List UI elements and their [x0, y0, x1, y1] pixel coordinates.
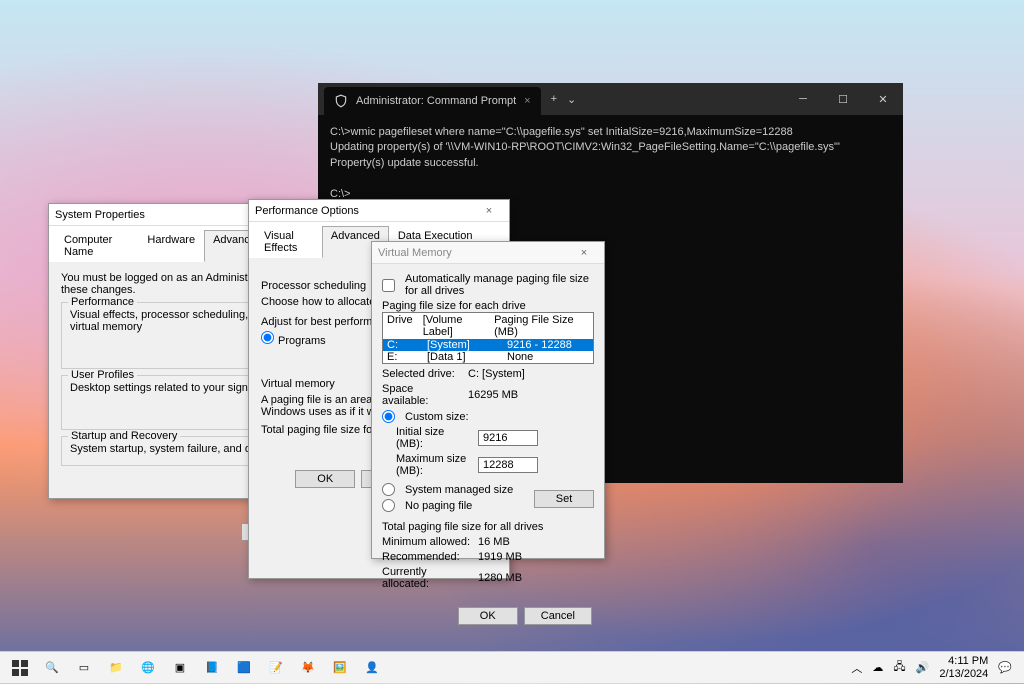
maximize-button[interactable]: ☐ [823, 83, 863, 115]
terminal-output[interactable]: C:\>wmic pagefileset where name="C:\\pag… [318, 115, 903, 212]
drive-list[interactable]: Drive[Volume Label]Paging File Size (MB)… [382, 312, 594, 364]
radio-programs[interactable]: Programs [261, 331, 326, 347]
space-avail-label: Space available: [382, 383, 462, 407]
cancel-button[interactable]: Cancel [524, 607, 592, 625]
tab-visual-effects[interactable]: Visual Effects [255, 226, 322, 258]
max-size-label: Maximum size (MB): [382, 453, 472, 477]
drive-row[interactable]: C:[System]9216 - 12288 [383, 339, 593, 351]
explorer-icon[interactable]: 📁 [100, 652, 132, 684]
app-icon[interactable]: 🟦 [228, 652, 260, 684]
min-allowed-label: Minimum allowed: [382, 536, 472, 548]
current-alloc-value: 1280 MB [478, 572, 522, 584]
chevron-up-icon[interactable]: ︿ [851, 660, 862, 676]
close-icon[interactable]: × [475, 205, 503, 217]
virtual-memory-window[interactable]: Virtual Memory × Automatically manage pag… [371, 241, 605, 559]
app-icon[interactable]: 📝 [260, 652, 292, 684]
auto-manage-checkbox[interactable]: Automatically manage paging file size fo… [382, 273, 594, 297]
selected-drive-value: C: [System] [468, 368, 525, 380]
current-alloc-label: Currently allocated: [382, 566, 472, 590]
minimize-button[interactable]: ─ [783, 83, 823, 115]
initial-size-label: Initial size (MB): [382, 426, 472, 450]
initial-size-input[interactable] [478, 430, 538, 446]
max-size-input[interactable] [478, 457, 538, 473]
terminal-tab[interactable]: Administrator: Command Prompt × [324, 87, 541, 115]
notification-icon[interactable]: 💬 [998, 661, 1012, 674]
close-icon[interactable]: × [570, 247, 598, 259]
search-icon[interactable]: 🔍 [36, 652, 68, 684]
cloud-icon[interactable]: ☁ [872, 661, 883, 674]
radio-custom-size[interactable]: Custom size: [382, 410, 594, 423]
set-button[interactable]: Set [534, 490, 594, 508]
selected-drive-label: Selected drive: [382, 368, 462, 380]
clock[interactable]: 4:11 PM2/13/2024 [939, 655, 988, 679]
tab-computer-name[interactable]: Computer Name [55, 230, 138, 262]
recommended-label: Recommended: [382, 551, 472, 563]
terminal-icon[interactable]: ▣ [164, 652, 196, 684]
close-icon[interactable]: × [524, 95, 530, 107]
total-title: Total paging file size for all drives [382, 521, 594, 533]
terminal-tab-label: Administrator: Command Prompt [356, 95, 516, 107]
window-title: System Properties [55, 209, 145, 221]
titlebar[interactable]: Performance Options × [249, 200, 509, 222]
titlebar[interactable]: Virtual Memory × [372, 242, 604, 264]
drive-row[interactable]: E:[Data 1]None [383, 351, 593, 363]
taskbar[interactable]: 🔍 ▭ 📁 🌐 ▣ 📘 🟦 📝 🦊 🖼️ 👤 ︿ ☁ 🖧 🔊 4:11 PM2/… [0, 651, 1024, 683]
app-icon[interactable]: 👤 [356, 652, 388, 684]
edge-icon[interactable]: 🌐 [132, 652, 164, 684]
drive-row[interactable]: F:[Data 2]None [383, 363, 593, 364]
window-title: Virtual Memory [378, 247, 452, 259]
ok-button[interactable]: OK [458, 607, 518, 625]
volume-icon[interactable]: 🔊 [916, 661, 930, 674]
ok-button[interactable]: OK [295, 470, 355, 488]
app-icon[interactable]: 🖼️ [324, 652, 356, 684]
new-tab-button[interactable]: + [541, 93, 567, 105]
close-button[interactable]: ✕ [863, 83, 903, 115]
tab-hardware[interactable]: Hardware [138, 230, 204, 262]
group-label: User Profiles [68, 369, 137, 381]
tab-menu-icon[interactable]: ⌄ [567, 93, 576, 106]
task-view-icon[interactable]: ▭ [68, 652, 100, 684]
window-title: Performance Options [255, 205, 359, 217]
drive-header: Drive[Volume Label]Paging File Size (MB) [383, 313, 593, 339]
group-label: Startup and Recovery [68, 430, 180, 442]
shield-icon [334, 94, 348, 108]
group-label: Performance [68, 296, 137, 308]
min-allowed-value: 16 MB [478, 536, 510, 548]
start-button[interactable] [4, 652, 36, 684]
firefox-icon[interactable]: 🦊 [292, 652, 324, 684]
radio-system-managed[interactable]: System managed size [382, 483, 513, 496]
terminal-titlebar: Administrator: Command Prompt × + ⌄ ─ ☐ … [318, 83, 903, 115]
network-icon[interactable]: 🖧 [893, 658, 905, 677]
app-icon[interactable]: 📘 [196, 652, 228, 684]
group-label: Paging file size for each drive [382, 300, 594, 312]
space-avail-value: 16295 MB [468, 389, 518, 401]
radio-no-paging[interactable]: No paging file [382, 499, 513, 512]
system-tray[interactable]: ︿ ☁ 🖧 🔊 4:11 PM2/13/2024 💬 [851, 655, 1020, 679]
recommended-value: 1919 MB [478, 551, 522, 563]
